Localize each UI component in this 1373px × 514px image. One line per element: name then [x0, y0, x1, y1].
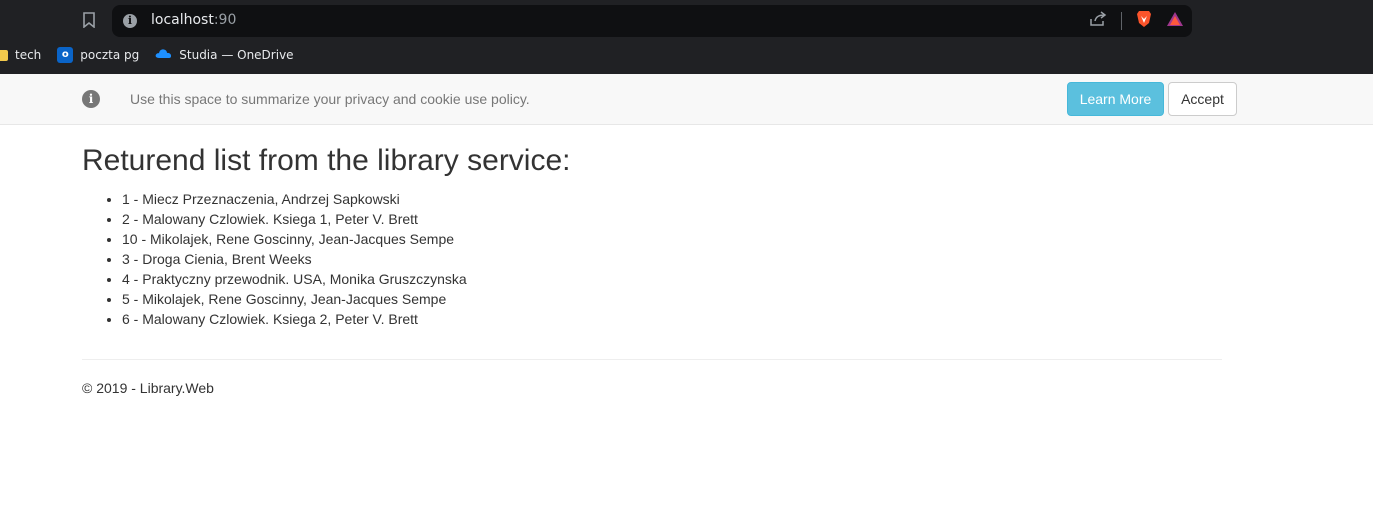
url-port: :90	[213, 12, 237, 28]
book-list: 1 - Miecz Przeznaczenia, Andrzej Sapkows…	[82, 189, 1222, 329]
list-item: 2 - Malowany Czlowiek. Ksiega 1, Peter V…	[122, 209, 1222, 229]
info-icon: i	[82, 90, 100, 108]
cookie-policy-text: Use this space to summarize your privacy…	[130, 91, 530, 107]
browser-toolbar: i localhost:90	[0, 0, 1373, 40]
list-item: 3 - Droga Cienia, Brent Weeks	[122, 249, 1222, 269]
list-item: 5 - Mikolajek, Rene Goscinny, Jean-Jacqu…	[122, 289, 1222, 309]
list-item: 10 - Mikolajek, Rene Goscinny, Jean-Jacq…	[122, 229, 1222, 249]
bookmark-label: poczta pg	[80, 48, 140, 62]
url-text: localhost:90	[151, 12, 236, 28]
brave-rewards-icon[interactable]	[1166, 11, 1184, 32]
bookmark-tech[interactable]: tech	[0, 48, 41, 62]
accept-button[interactable]: Accept	[1168, 82, 1237, 116]
list-item: 1 - Miecz Przeznaczenia, Andrzej Sapkows…	[122, 189, 1222, 209]
toolbar-separator	[1121, 12, 1122, 30]
address-bar-actions	[1089, 10, 1184, 33]
folder-icon	[0, 49, 8, 61]
learn-more-button[interactable]: Learn More	[1067, 82, 1164, 116]
footer-divider	[82, 359, 1222, 360]
brave-shield-icon[interactable]	[1136, 10, 1152, 33]
bookmarks-bar: tech o poczta pg Studia — OneDrive	[0, 42, 1373, 68]
page-footer: © 2019 - Library.Web	[82, 380, 1222, 396]
outlook-icon: o	[57, 47, 74, 63]
main-content: Returend list from the library service: …	[82, 125, 1222, 396]
bookmark-onedrive[interactable]: Studia — OneDrive	[155, 48, 294, 62]
share-icon[interactable]	[1089, 10, 1107, 32]
bookmark-label: Studia — OneDrive	[179, 48, 294, 62]
onedrive-icon	[155, 48, 172, 62]
bookmark-label: tech	[15, 48, 42, 62]
browser-chrome: i localhost:90 tech o poczta pg Studia —…	[0, 0, 1373, 74]
address-bar[interactable]: i localhost:90	[112, 5, 1192, 37]
bookmark-icon[interactable]	[80, 11, 98, 29]
bookmark-poczta-pg[interactable]: o poczta pg	[57, 47, 139, 63]
cookie-consent-banner: i Use this space to summarize your priva…	[0, 74, 1373, 125]
page-heading: Returend list from the library service:	[82, 144, 571, 177]
site-info-icon[interactable]: i	[123, 14, 137, 28]
list-item: 4 - Praktyczny przewodnik. USA, Monika G…	[122, 269, 1222, 289]
footer-text: © 2019 - Library.Web	[82, 380, 214, 396]
url-host: localhost	[151, 12, 214, 28]
list-item: 6 - Malowany Czlowiek. Ksiega 2, Peter V…	[122, 309, 1222, 329]
